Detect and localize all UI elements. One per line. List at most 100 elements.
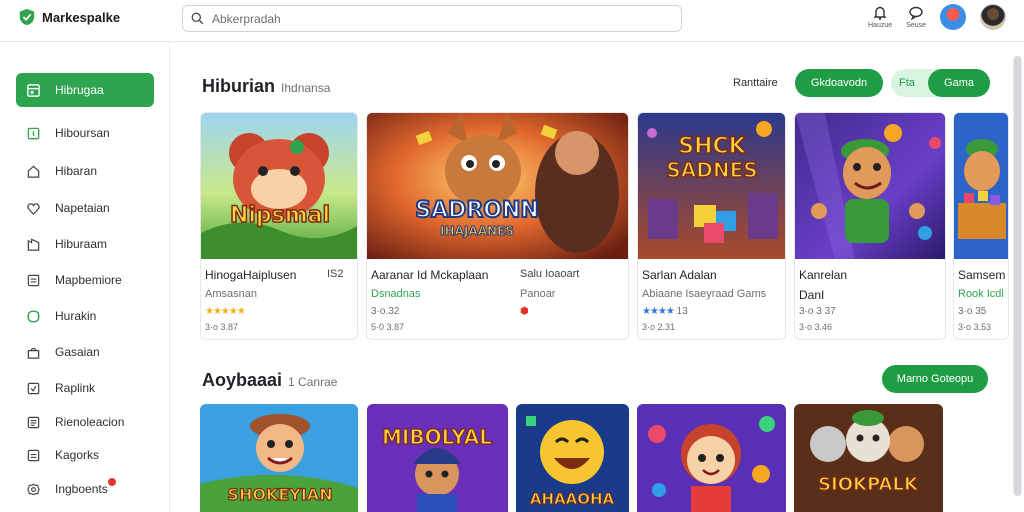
sidebar-item-rienoleacion[interactable]: Rienoleacion bbox=[16, 405, 154, 439]
card-title: Aaranar Id Mckaplaan bbox=[371, 268, 489, 282]
scrollbar[interactable] bbox=[1013, 56, 1022, 496]
card-stats-secondary: 5·0 3.87 bbox=[371, 322, 405, 332]
shield-small-icon: ⬢ bbox=[520, 306, 529, 317]
card-subtitle: Rook Icdl bbox=[958, 288, 1004, 300]
sidebar-item-mapbemiore[interactable]: Mapbemiore bbox=[16, 263, 154, 297]
sidebar-item-kagorks[interactable]: Kagorks bbox=[16, 438, 154, 472]
list-icon bbox=[27, 449, 40, 461]
game-card[interactable]: SHCK SADNES Sarlan Adalan Abiaane Isaeyr… bbox=[637, 112, 786, 340]
sidebar-item-label: Hibaran bbox=[55, 164, 98, 178]
search-bar[interactable] bbox=[182, 5, 682, 32]
avatar[interactable] bbox=[940, 4, 966, 30]
section2-subtitle: 1 Canrae bbox=[288, 375, 338, 389]
card-stats: 3·o.32 bbox=[371, 306, 400, 317]
sidebar-item-label: Ingboents bbox=[55, 478, 116, 496]
see-more-button[interactable]: Marno Goteopu bbox=[882, 365, 988, 393]
games-button[interactable]: Gama bbox=[928, 69, 990, 97]
circle-icon bbox=[27, 310, 40, 322]
sidebar-item-label: Rienoleacion bbox=[55, 415, 125, 429]
bag-icon bbox=[27, 347, 40, 359]
card-title-line2: DanI bbox=[799, 288, 825, 302]
svg-text:MIBOLYAL: MIBOLYAL bbox=[382, 425, 492, 449]
app-icon bbox=[27, 83, 40, 97]
top-action-label: Seuse bbox=[906, 22, 926, 29]
svg-text:SIOKPALK: SIOKPALK bbox=[818, 474, 919, 495]
section-subtitle: Ihdnansa bbox=[281, 81, 331, 95]
game-card[interactable]: Nipsmal HinogaHaiplusen IS2 Amsasnan ★★★… bbox=[200, 112, 358, 340]
section-title-text: Hiburian bbox=[202, 76, 276, 96]
sidebar-item-raplink[interactable]: Raplink bbox=[16, 371, 154, 405]
card-stats-secondary: 3·o 3.53 bbox=[958, 322, 992, 332]
scrollbar-thumb[interactable] bbox=[1014, 56, 1021, 496]
card-subtitle: Amsasnan bbox=[205, 288, 257, 300]
card-title-extra: Salu Ioaoart bbox=[520, 268, 580, 280]
sidebar-item-label: Gasaian bbox=[55, 345, 100, 359]
building-icon bbox=[27, 237, 40, 251]
card-title: Kanrelan bbox=[799, 268, 848, 282]
home-icon bbox=[27, 165, 40, 178]
game-card[interactable]: Kanrelan DanI 3·o 3 37 3·o 3.46 bbox=[794, 112, 946, 340]
sidebar-item-hibrugaa[interactable]: Hibrugaa bbox=[16, 73, 154, 107]
card-title: Sarlan Adalan bbox=[642, 268, 717, 282]
star-rating: ★★★★★ bbox=[205, 306, 246, 317]
sidebar-item-label: Hiboursan bbox=[55, 126, 110, 140]
card-stats: 3·o 3 37 bbox=[799, 306, 836, 317]
game-card[interactable]: Samsem Rook Icdl 3·o 35 3·o 3.53 bbox=[953, 112, 1009, 340]
svg-text:AHAAOHA: AHAAOHA bbox=[530, 490, 615, 508]
pale-toggle-label: Fta bbox=[899, 77, 915, 89]
game-tile[interactable]: SIOKPALK bbox=[794, 404, 943, 512]
brand-logo[interactable]: Markespalke bbox=[18, 8, 120, 26]
sidebar-item-hiboursan[interactable]: Hiboursan bbox=[16, 116, 154, 150]
sidebar-item-label: Hibrugaa bbox=[55, 83, 104, 97]
svg-text:SHOKEYIAN: SHOKEYIAN bbox=[227, 485, 332, 504]
game-thumbnail: SADRONN IHAJAANES bbox=[367, 113, 628, 259]
user-avatar[interactable] bbox=[980, 4, 1006, 30]
square-icon bbox=[27, 127, 40, 139]
card-subtitle: Dsnadnas bbox=[371, 288, 421, 300]
check-icon bbox=[27, 382, 40, 394]
sidebar-item-ingboents[interactable]: Ingboents bbox=[16, 472, 154, 506]
top-action-label: Hauzue bbox=[868, 22, 893, 29]
sidebar-item-hiburaam[interactable]: Hiburaam bbox=[16, 227, 154, 261]
svg-text:IHAJAANES: IHAJAANES bbox=[440, 224, 514, 238]
card-title: Samsem bbox=[958, 268, 1006, 282]
card-subtitle: Abiaane Isaeyraad Gams bbox=[642, 288, 767, 300]
doc-icon bbox=[27, 416, 40, 428]
rating-count: 13 bbox=[676, 306, 688, 317]
sidebar-item-hibaran[interactable]: Hibaran bbox=[16, 154, 154, 188]
game-tile[interactable]: MIBOLYAL bbox=[367, 404, 508, 512]
gear-icon bbox=[27, 483, 40, 495]
sidebar-item-napetaian[interactable]: Napetaian bbox=[16, 191, 154, 225]
star-rating: ★★★★ 13 bbox=[642, 306, 688, 317]
sidebar-item-label: Hurakin bbox=[55, 309, 97, 323]
game-thumbnail: SHCK SADNES bbox=[638, 113, 785, 259]
game-tile[interactable]: SHOKEYIAN bbox=[200, 404, 358, 512]
list-icon bbox=[27, 274, 40, 286]
top-actions: Hauzue Seuse bbox=[868, 4, 1006, 30]
game-thumbnail bbox=[795, 113, 945, 259]
bell-icon bbox=[873, 6, 887, 20]
top-action-hauzue[interactable]: Hauzue bbox=[868, 5, 892, 29]
card-title: HinogaHaiplusen bbox=[205, 268, 297, 282]
game-thumbnail: Nipsmal bbox=[201, 113, 357, 259]
sidebar-item-gasaian[interactable]: Gasaian bbox=[16, 335, 154, 369]
shield-logo-icon bbox=[19, 8, 35, 26]
card-stats-secondary: 3·o 3.46 bbox=[799, 322, 833, 332]
sidebar-item-hurakin[interactable]: Hurakin bbox=[16, 299, 154, 333]
primary-button[interactable]: Gkdoavodn bbox=[795, 69, 883, 97]
top-action-seuse[interactable]: Seuse bbox=[906, 5, 926, 29]
sort-label[interactable]: Ranttaire bbox=[733, 77, 778, 89]
top-bar: Markespalke Hauzue Seuse bbox=[0, 0, 1024, 42]
game-tile[interactable]: AHAAOHA bbox=[516, 404, 629, 512]
game-card[interactable]: SADRONN IHAJAANES Aaranar Id Mckaplaan S… bbox=[366, 112, 629, 340]
section-title: Hiburian Ihdnansa bbox=[202, 76, 330, 97]
star-rating-stars: ★★★★ bbox=[642, 306, 675, 317]
svg-text:SHCK: SHCK bbox=[678, 134, 746, 159]
chat-icon bbox=[909, 6, 923, 21]
tag-icon bbox=[27, 202, 40, 215]
search-input[interactable] bbox=[212, 11, 652, 26]
card-stats: 3·o 3.87 bbox=[205, 322, 239, 332]
svg-text:Nipsmal: Nipsmal bbox=[230, 203, 330, 228]
svg-text:SADRONN: SADRONN bbox=[415, 198, 539, 223]
game-tile[interactable] bbox=[637, 404, 786, 512]
